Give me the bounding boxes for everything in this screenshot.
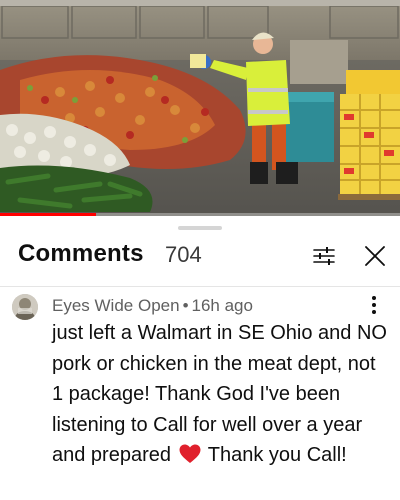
- sort-filter-button[interactable]: [310, 242, 338, 270]
- comment-menu-button[interactable]: [366, 294, 382, 316]
- youtube-comments-screen: Comments 704 Eyes Wide Open • 16h ago ju…: [0, 0, 400, 500]
- meta-separator: •: [182, 296, 189, 315]
- video-frame-image: [0, 0, 400, 216]
- close-icon: [365, 246, 385, 266]
- comment-text: just left a Walmart in SE Ohio and NO po…: [52, 318, 390, 471]
- video-player[interactable]: [0, 0, 400, 216]
- comments-header: Comments 704: [0, 238, 400, 278]
- more-vert-icon: [372, 296, 376, 314]
- comment-item: Eyes Wide Open • 16h ago just left a Walma…: [0, 294, 400, 500]
- red-heart-icon: [179, 444, 201, 464]
- avatar[interactable]: [12, 294, 38, 320]
- comments-count: 704: [165, 242, 202, 267]
- comments-title: Comments: [18, 240, 144, 267]
- comment-text-end: Thank you Call!: [207, 444, 347, 467]
- comment-time: 16h ago: [191, 296, 253, 315]
- comments-sheet: Comments 704 Eyes Wide Open • 16h ago ju…: [0, 216, 400, 500]
- close-button[interactable]: [361, 242, 389, 270]
- sliders-icon: [313, 247, 335, 265]
- drag-handle[interactable]: [178, 226, 222, 230]
- header-divider: [0, 286, 400, 287]
- comment-author[interactable]: Eyes Wide Open: [52, 296, 180, 315]
- comment-meta: Eyes Wide Open • 16h ago: [52, 296, 253, 316]
